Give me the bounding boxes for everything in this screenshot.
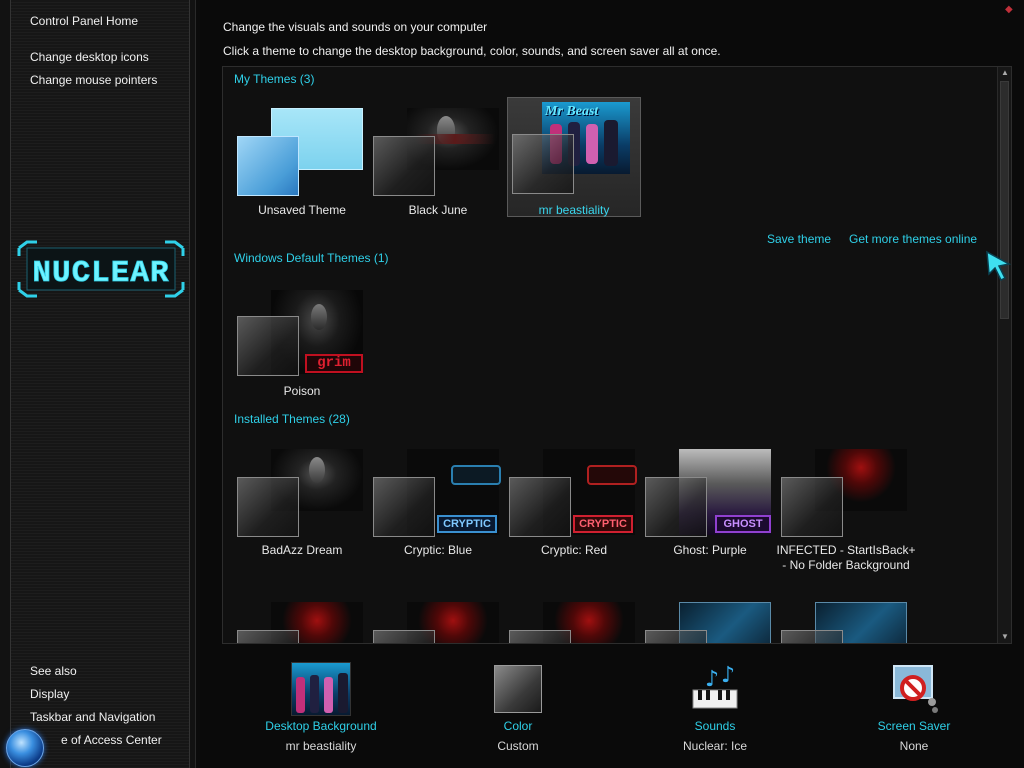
theme-color-swatch [373,630,435,643]
gallery-scrollbar[interactable]: ▲ ▼ [997,67,1011,643]
theme-color-swatch [237,630,299,643]
theme-name: Ghost: Purple [673,543,747,557]
theme-tile-infected[interactable]: INFECTED - StartIsBack+ - No Folder Back… [776,438,916,572]
screen-saver-icon [893,665,938,713]
mouse-cursor-icon [986,250,1011,282]
theme-name: Black June [408,203,468,217]
get-more-themes-link[interactable]: Get more themes online [849,232,977,246]
sidebar: Control Panel Home Change desktop icons … [0,0,196,768]
theme-color-swatch [781,477,843,537]
theme-tile-black-june[interactable]: Black June [371,97,505,217]
theme-color-swatch [373,136,435,196]
theme-color-swatch [645,477,707,537]
theme-color-swatch [509,477,571,537]
page-title: Change the visuals and sounds on your co… [223,20,488,34]
see-also-link-ease-of-access[interactable]: e of Access Center [61,733,162,747]
sidebar-link-change-mouse-pointers[interactable]: Change mouse pointers [30,73,157,87]
sidebar-link-control-panel-home[interactable]: Control Panel Home [30,14,138,28]
theme-settings-bar: Desktop Background mr beastiality Color … [200,650,1024,768]
see-also-link-taskbar[interactable]: Taskbar and Navigation [30,710,155,724]
theme-color-swatch [509,630,571,643]
desktop-background-title: Desktop Background [265,719,377,733]
theme-name: Cryptic: Red [540,543,608,557]
theme-color-swatch [645,630,707,643]
main-content: Change the visuals and sounds on your co… [200,0,1024,768]
theme-name: BadAzz Dream [261,543,343,557]
color-button[interactable]: Color Custom [438,650,598,760]
scroll-down-icon[interactable]: ▼ [998,631,1011,643]
color-value: Custom [497,739,539,753]
theme-color-swatch [512,134,574,194]
window-restore-icon[interactable]: ◆ [1005,4,1017,16]
theme-tile[interactable] [507,591,641,643]
wallpaper-art-text: grim [305,354,363,373]
theme-tile-badazz-dream[interactable]: BadAzz Dream [235,438,369,558]
section-installed[interactable]: Installed Themes (28) [234,412,350,426]
theme-color-swatch [237,316,299,376]
theme-name: Unsaved Theme [258,203,346,217]
theme-tile-mr-beastiality[interactable]: Mr Beast mr beastiality [507,97,641,217]
section-windows-default[interactable]: Windows Default Themes (1) [234,251,389,265]
see-also-heading: See also [30,664,77,678]
theme-tile[interactable] [235,591,369,643]
theme-name: Cryptic: Blue [403,543,473,557]
screen-saver-title: Screen Saver [877,719,951,733]
sounds-button[interactable]: ♪ ♪ Sounds Nuclear: Ice [635,650,795,760]
see-also-link-display[interactable]: Display [30,687,69,701]
color-swatch-icon [494,665,542,713]
scroll-up-icon[interactable]: ▲ [998,67,1011,79]
theme-tile[interactable] [643,591,777,643]
theme-tile-cryptic-blue[interactable]: CRYPTIC Cryptic: Blue [371,438,505,558]
desktop-background-button[interactable]: Desktop Background mr beastiality [241,650,401,760]
theme-tile[interactable] [371,591,505,643]
wallpaper-art-text: Mr Beast [545,104,599,119]
theme-name: INFECTED - StartIsBack+ - No Folder Back… [776,543,916,572]
sidebar-panel: Control Panel Home Change desktop icons … [10,0,190,768]
wallpaper-art-text: CRYPTIC [573,515,633,533]
screen-saver-button[interactable]: Screen Saver None [834,650,994,760]
theme-color-swatch [781,630,843,643]
sounds-title: Sounds [694,719,736,733]
svg-text:♪: ♪ [705,667,719,692]
scrollbar-thumb[interactable] [1000,81,1009,319]
section-my-themes[interactable]: My Themes (3) [234,72,314,86]
wallpaper-art-text: GHOST [715,515,771,533]
theme-tile-unsaved[interactable]: Unsaved Theme [235,97,369,217]
theme-tile-ghost-purple[interactable]: GHOST Ghost: Purple [643,438,777,558]
logo-text: NUCLEAR [32,256,169,291]
theme-name: mr beastiality [538,203,610,217]
desktop-background-icon [291,662,351,716]
desktop-background-value: mr beastiality [285,739,357,753]
wallpaper-art-text: CRYPTIC [437,515,497,533]
theme-gallery[interactable]: My Themes (3) Unsaved Theme Black June M… [222,66,1012,644]
sounds-icon: ♪ ♪ [692,663,738,709]
sidebar-link-change-desktop-icons[interactable]: Change desktop icons [30,50,149,64]
theme-name: Poison [283,384,321,398]
svg-text:♪: ♪ [721,663,735,688]
theme-color-swatch [373,477,435,537]
theme-tile[interactable] [779,591,913,643]
start-orb-icon[interactable] [6,729,44,767]
nuclear-logo: NUCLEAR [17,240,185,298]
theme-color-swatch [237,136,299,196]
page-subtitle: Click a theme to change the desktop back… [223,44,721,58]
theme-tile-cryptic-red[interactable]: CRYPTIC Cryptic: Red [507,438,641,558]
color-title: Color [503,719,533,733]
screen-saver-value: None [899,739,929,753]
theme-tile-poison[interactable]: grim Poison [235,277,369,398]
sounds-value: Nuclear: Ice [682,739,748,753]
theme-color-swatch [237,477,299,537]
save-theme-link[interactable]: Save theme [767,232,831,246]
